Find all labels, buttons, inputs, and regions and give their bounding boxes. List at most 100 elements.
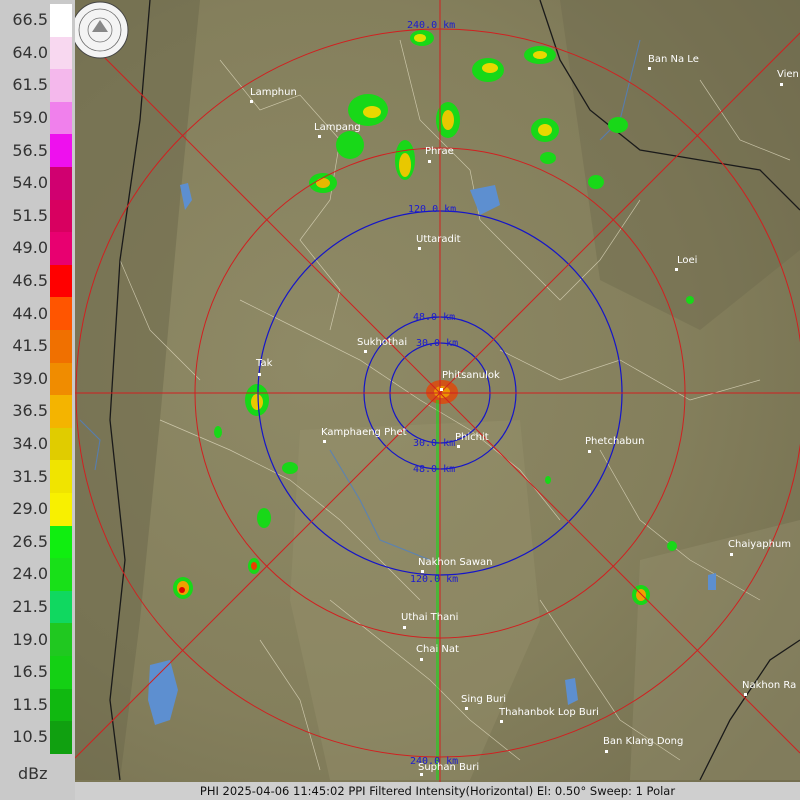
legend-value: 49.0 [12,238,48,258]
city-phitsanulok: Phitsanulok [442,370,500,381]
city-lampang: Lampang [314,122,361,133]
legend-swatch [50,623,72,656]
legend-swatch [50,362,72,396]
city-suphan-buri: Suphan Buri [418,762,479,773]
legend-swatch [50,427,72,461]
legend-swatch [50,493,72,526]
legend-swatch [50,330,72,363]
legend-value: 56.5 [12,140,48,160]
city-phrae: Phrae [425,146,454,157]
city-vientiane: Vien [777,69,799,80]
legend-row: 16.5 [0,656,75,689]
legend-value: 19.0 [12,629,48,649]
legend-row: 10.5 [0,721,75,754]
legend-swatch [50,232,72,265]
legend-swatch [50,656,72,689]
legend-swatch [50,101,72,135]
legend-row: 29.0 [0,493,75,526]
legend-row: 31.5 [0,460,75,493]
legend-row: 19.0 [0,623,75,656]
legend-value: 16.5 [12,662,48,682]
legend-row: 26.5 [0,525,75,559]
legend-swatch [50,167,72,200]
city-uttaradit: Uttaradit [416,234,461,245]
legend-swatch [50,297,72,330]
legend-swatch [50,590,72,624]
ring-label-120-top: 120.0 km [408,204,456,215]
city-loei: Loei [677,255,697,266]
legend-value: 34.0 [12,434,48,454]
legend-value: 29.0 [12,499,48,519]
city-chai-nat: Chai Nat [416,644,459,655]
legend-value: 31.5 [12,466,48,486]
ring-label-120-bottom: 120.0 km [410,574,458,585]
city-nakhon-sawan: Nakhon Sawan [418,557,493,568]
city-nakhon-ra: Nakhon Ra [742,680,796,691]
legend-value: 39.0 [12,368,48,388]
legend-value: 64.0 [12,42,48,62]
city-sukhothai: Sukhothai [357,337,407,348]
city-ban-na-le: Ban Na Le [648,54,699,65]
dbz-legend: 66.5 64.0 61.5 59.0 56.5 54.0 51.5 49.0 46.5 44.0… [0,0,75,800]
legend-value: 41.5 [12,336,48,356]
legend-value: 59.0 [12,108,48,128]
legend-unit: dBz [18,764,48,783]
ring-label-240-top: 240.0 km [407,20,455,31]
city-chaiyaphum: Chaiyaphum [728,539,791,550]
legend-row: 34.0 [0,427,75,461]
city-lamphun: Lamphun [250,87,297,98]
legend-swatch [50,69,72,102]
legend-value: 44.0 [12,303,48,323]
legend-value: 54.0 [12,173,48,193]
legend-row: 41.5 [0,330,75,363]
legend-value: 26.5 [12,531,48,551]
legend-row: 36.5 [0,395,75,428]
legend-value: 11.5 [12,694,48,714]
city-uthai-thani: Uthai Thani [401,612,458,623]
legend-row: 61.5 [0,69,75,102]
legend-row: 56.5 [0,134,75,167]
legend-value: 36.5 [12,401,48,421]
legend-swatch [50,199,72,233]
legend-row: 66.5 [0,4,75,37]
legend-value: 61.5 [12,75,48,95]
legend-value: 51.5 [12,205,48,225]
legend-value: 21.5 [12,597,48,617]
legend-swatch [50,460,72,493]
city-tak: Tak [255,358,273,369]
city-phichit: Phichit [455,432,489,443]
legend-swatch [50,688,72,722]
legend-swatch [50,134,72,167]
legend-swatch [50,264,72,298]
legend-row: 24.0 [0,558,75,591]
ring-label-48-bottom: 48.0 km [413,464,455,475]
legend-row: 54.0 [0,167,75,200]
legend-row: 21.5 [0,590,75,624]
legend-swatch [50,721,72,754]
legend-row: 46.5 [0,264,75,298]
legend-value: 10.5 [12,727,48,747]
city-ban-klang-dong: Ban Klang Dong [603,736,683,747]
legend-swatch [50,558,72,591]
legend-row: 64.0 [0,36,75,70]
legend-swatch [50,36,72,70]
ring-label-30-top: 30.0 km [416,338,458,349]
ring-label-30-bottom: 30.0 km [413,438,455,449]
status-footer: PHI 2025-04-06 11:45:02 PPI Filtered Int… [75,782,800,800]
city-sing-buri: Sing Buri [461,694,506,705]
legend-swatch [50,525,72,559]
agency-seal-icon [71,1,129,59]
legend-value: 66.5 [12,10,48,30]
legend-swatch [50,395,72,428]
legend-row: 59.0 [0,101,75,135]
legend-value: 46.5 [12,271,48,291]
city-thanabok-lop-buri: Thahanbok Lop Buri [498,707,599,718]
ring-label-48-top: 48.0 km [413,312,455,323]
city-kamphaeng-phet: Kamphaeng Phet [321,427,407,438]
legend-value: 24.0 [12,564,48,584]
legend-row: 44.0 [0,297,75,330]
radar-map: 240.0 km 120.0 km 48.0 km 30.0 km 30.0 k… [0,0,800,800]
city-phetchabun: Phetchabun [585,436,644,447]
legend-row: 51.5 [0,199,75,233]
legend-row: 39.0 [0,362,75,396]
